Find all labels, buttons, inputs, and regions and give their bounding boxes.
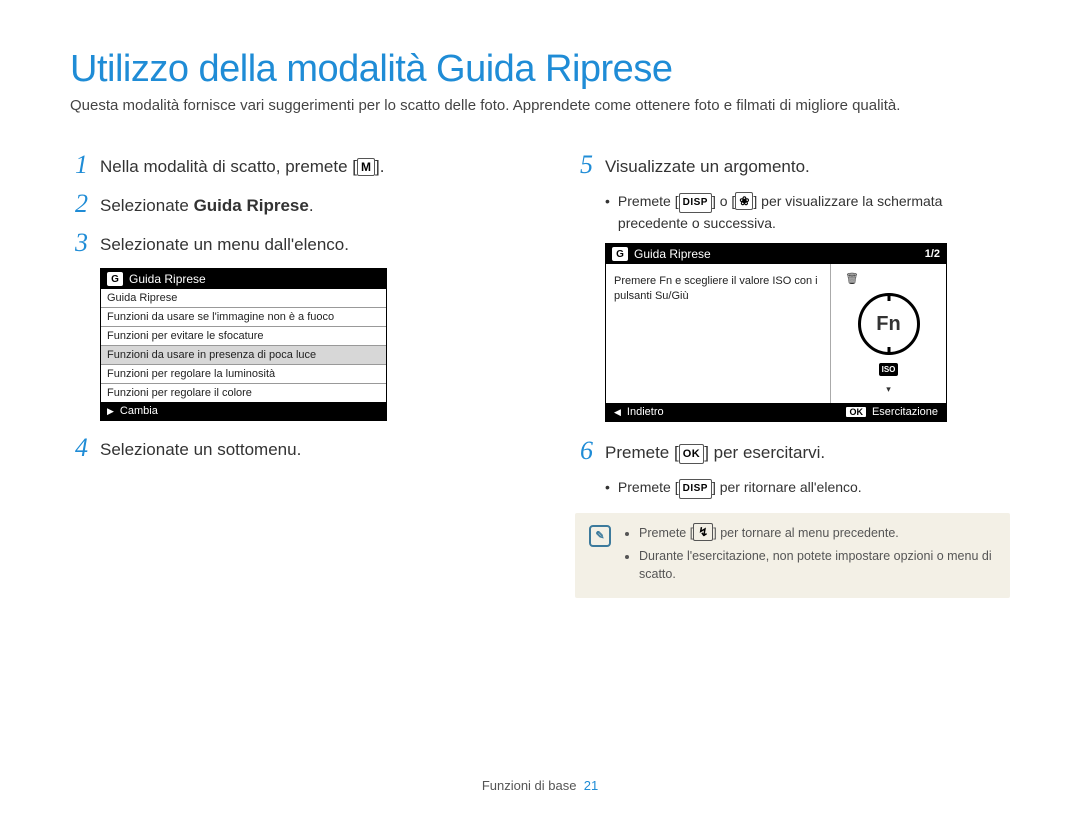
step-number: 6 bbox=[575, 438, 593, 464]
left-column: 1 Nella modalità di scatto, premete [M].… bbox=[70, 144, 505, 598]
step-1: 1 Nella modalità di scatto, premete [M]. bbox=[70, 152, 505, 179]
chevron-down-icon: ▾ bbox=[886, 384, 891, 395]
guide-icon: G bbox=[107, 272, 123, 286]
trash-icon: 🗑 bbox=[845, 272, 859, 285]
page-indicator: 1/2 bbox=[925, 248, 940, 260]
screen-message: Premere Fn e scegliere il valore ISO con… bbox=[606, 264, 831, 403]
disp-icon: DISP bbox=[679, 479, 712, 499]
page-footer: Funzioni di base 21 bbox=[0, 778, 1080, 793]
chevron-right-icon: ▶ bbox=[107, 406, 114, 417]
step-4: 4 Selezionate un sottomenu. bbox=[70, 435, 505, 462]
step-text: Selezionate un menu dall'elenco. bbox=[100, 230, 349, 257]
menu-item-selected: Funzioni da usare in presenza di poca lu… bbox=[101, 345, 386, 364]
page-number: 21 bbox=[584, 778, 598, 793]
step-text: Nella modalità di scatto, premete [M]. bbox=[100, 152, 384, 179]
screen-header: G Guida Riprese 1/2 bbox=[606, 244, 946, 264]
ok-icon: OK bbox=[679, 444, 705, 464]
step-number: 1 bbox=[70, 152, 88, 178]
menu-item: Funzioni per regolare la luminosità bbox=[101, 364, 386, 383]
chevron-left-icon: ◀ bbox=[614, 407, 621, 418]
step-text: Selezionate Guida Riprese. bbox=[100, 191, 314, 218]
disp-icon: DISP bbox=[679, 193, 712, 213]
step-5-bullet: Premete [DISP] o [❀] per visualizzare la… bbox=[605, 191, 1010, 233]
m-icon: M bbox=[357, 158, 375, 176]
step-number: 2 bbox=[70, 191, 88, 217]
note-box: ✎ Premete [↯] per tornare al menu preced… bbox=[575, 513, 1010, 598]
step-text: Selezionate un sottomenu. bbox=[100, 435, 301, 462]
step-number: 3 bbox=[70, 230, 88, 256]
step-3: 3 Selezionate un menu dall'elenco. bbox=[70, 230, 505, 257]
note-item: Premete [↯] per tornare al menu preceden… bbox=[639, 523, 996, 543]
step-6: 6 Premete [OK] per esercitarvi. bbox=[575, 438, 1010, 465]
camera-menu-screenshot: G Guida Riprese Guida Riprese Funzioni d… bbox=[100, 268, 387, 421]
intro-text: Questa modalità fornisce vari suggerimen… bbox=[70, 97, 1010, 114]
step-2: 2 Selezionate Guida Riprese. bbox=[70, 191, 505, 218]
camera-topic-screenshot: G Guida Riprese 1/2 Premere Fn e sceglie… bbox=[605, 243, 947, 422]
ok-icon: OK bbox=[846, 407, 866, 417]
note-item: Durante l'esercitazione, non potete impo… bbox=[639, 547, 996, 585]
menu-item: Funzioni per regolare il colore bbox=[101, 383, 386, 402]
screen-footer: ▶ Cambia bbox=[101, 402, 386, 420]
step-text: Premete [OK] per esercitarvi. bbox=[605, 438, 825, 465]
menu-item: Funzioni da usare se l'immagine non è a … bbox=[101, 307, 386, 326]
flash-icon: ↯ bbox=[693, 523, 713, 541]
step-number: 5 bbox=[575, 152, 593, 178]
macro-icon: ❀ bbox=[735, 192, 753, 210]
menu-item: Guida Riprese bbox=[101, 289, 386, 307]
step-text: Visualizzate un argomento. bbox=[605, 152, 810, 179]
iso-indicator: ISO bbox=[879, 363, 899, 376]
screen-title: Guida Riprese bbox=[129, 272, 206, 286]
fn-dial-icon: Fn bbox=[858, 293, 920, 355]
step-6-bullet: Premete [DISP] per ritornare all'elenco. bbox=[605, 477, 1010, 499]
step-number: 4 bbox=[70, 435, 88, 461]
screen-footer: ◀ Indietro OK Esercitazione bbox=[606, 403, 946, 421]
guide-icon: G bbox=[612, 247, 628, 261]
page-title: Utilizzo della modalità Guida Riprese bbox=[70, 48, 1010, 91]
screen-header: G Guida Riprese bbox=[101, 269, 386, 289]
note-icon: ✎ bbox=[589, 525, 611, 547]
right-column: 5 Visualizzate un argomento. Premete [DI… bbox=[575, 144, 1010, 598]
step-5: 5 Visualizzate un argomento. bbox=[575, 152, 1010, 179]
menu-item: Funzioni per evitare le sfocature bbox=[101, 326, 386, 345]
screen-title: Guida Riprese bbox=[634, 247, 711, 261]
